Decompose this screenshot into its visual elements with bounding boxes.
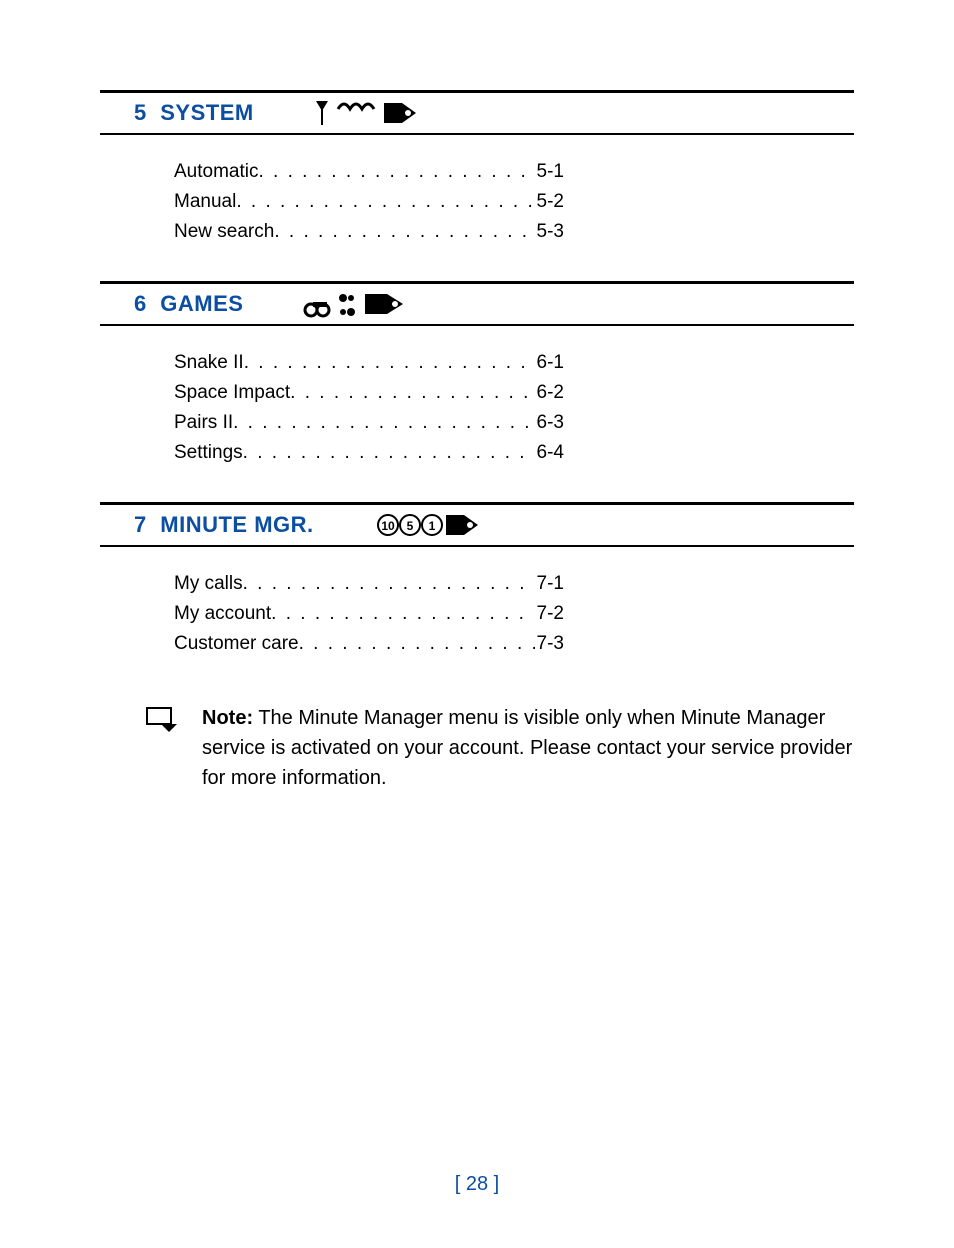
leader-dots bbox=[290, 378, 534, 408]
toc-minute-mgr: My calls 7-1 My account 7-2 Customer car… bbox=[174, 569, 564, 659]
section-header-games: 6 GAMES bbox=[100, 284, 854, 324]
toc-entry: Snake II 6-1 bbox=[174, 348, 564, 378]
toc-page: 6-2 bbox=[535, 378, 564, 408]
system-icon bbox=[314, 97, 422, 129]
svg-text:1: 1 bbox=[428, 519, 435, 533]
note-icon bbox=[146, 707, 178, 793]
toc-page: 6-4 bbox=[535, 438, 564, 468]
section-title: MINUTE MGR. bbox=[160, 512, 313, 538]
toc-page: 7-3 bbox=[535, 629, 564, 659]
toc-label: My account bbox=[174, 599, 271, 629]
svg-text:5: 5 bbox=[406, 519, 413, 533]
leader-dots bbox=[236, 187, 534, 217]
section-header-system: 5 SYSTEM bbox=[100, 93, 854, 133]
toc-label: Manual bbox=[174, 187, 236, 217]
toc-page: 6-1 bbox=[535, 348, 564, 378]
note-label: Note: bbox=[202, 707, 253, 729]
toc-entry: My calls 7-1 bbox=[174, 569, 564, 599]
leader-dots bbox=[271, 599, 534, 629]
section-number: 6 bbox=[134, 291, 146, 317]
toc-entry: Settings 6-4 bbox=[174, 438, 564, 468]
section-title: GAMES bbox=[160, 291, 243, 317]
section-number: 5 bbox=[134, 100, 146, 126]
svg-text:10: 10 bbox=[381, 519, 395, 533]
leader-dots bbox=[274, 217, 534, 247]
section-title: SYSTEM bbox=[160, 100, 253, 126]
toc-label: Space Impact bbox=[174, 378, 290, 408]
section-rule bbox=[100, 133, 854, 135]
toc-label: Pairs II bbox=[174, 408, 233, 438]
note-body: Note: The Minute Manager menu is visible… bbox=[202, 703, 854, 793]
toc-entry: Pairs II 6-3 bbox=[174, 408, 564, 438]
leader-dots bbox=[243, 569, 535, 599]
toc-entry: New search 5-3 bbox=[174, 217, 564, 247]
section-header-minute-mgr: 7 MINUTE MGR. 10 5 1 bbox=[100, 505, 854, 545]
toc-page: 6-3 bbox=[535, 408, 564, 438]
leader-dots bbox=[299, 629, 535, 659]
leader-dots bbox=[243, 438, 535, 468]
games-icon bbox=[303, 288, 415, 320]
note-block: Note: The Minute Manager menu is visible… bbox=[146, 703, 854, 793]
toc-label: Customer care bbox=[174, 629, 299, 659]
toc-label: Automatic bbox=[174, 157, 258, 187]
leader-dots bbox=[233, 408, 534, 438]
page-number: [ 28 ] bbox=[0, 1173, 954, 1196]
toc-label: New search bbox=[174, 217, 274, 247]
section-number: 7 bbox=[134, 512, 146, 538]
toc-page: 5-2 bbox=[535, 187, 564, 217]
minute-mgr-icon: 10 5 1 bbox=[374, 509, 486, 541]
toc-label: Snake II bbox=[174, 348, 244, 378]
toc-page: 7-2 bbox=[535, 599, 564, 629]
toc-entry: Space Impact 6-2 bbox=[174, 378, 564, 408]
toc-label: My calls bbox=[174, 569, 243, 599]
section-rule bbox=[100, 324, 854, 326]
manual-page: 5 SYSTEM Automatic 5-1 Manual bbox=[0, 0, 954, 1248]
toc-games: Snake II 6-1 Space Impact 6-2 Pairs II 6… bbox=[174, 348, 564, 468]
note-text: The Minute Manager menu is visible only … bbox=[202, 707, 852, 789]
toc-label: Settings bbox=[174, 438, 243, 468]
toc-entry: Customer care 7-3 bbox=[174, 629, 564, 659]
leader-dots bbox=[244, 348, 535, 378]
toc-page: 5-3 bbox=[535, 217, 564, 247]
toc-page: 5-1 bbox=[535, 157, 564, 187]
toc-entry: Manual 5-2 bbox=[174, 187, 564, 217]
toc-entry: Automatic 5-1 bbox=[174, 157, 564, 187]
leader-dots bbox=[258, 157, 534, 187]
toc-system: Automatic 5-1 Manual 5-2 New search 5-3 bbox=[174, 157, 564, 247]
toc-page: 7-1 bbox=[535, 569, 564, 599]
section-rule bbox=[100, 545, 854, 547]
toc-entry: My account 7-2 bbox=[174, 599, 564, 629]
